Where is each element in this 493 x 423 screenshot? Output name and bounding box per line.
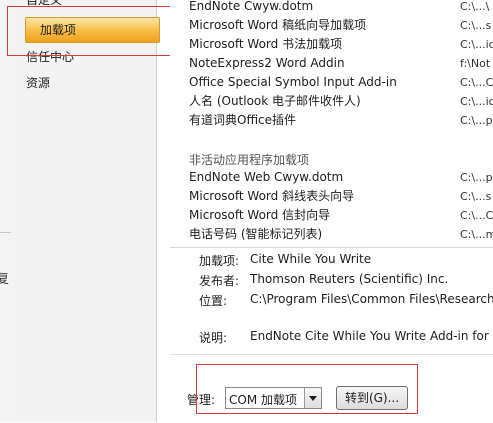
addin-location: C:\...\ (460, 0, 490, 13)
addin-location: C:\...ic (460, 95, 493, 108)
addin-row[interactable]: Microsoft Word 书法加载项 C:\...ic (189, 35, 493, 54)
addin-row[interactable]: Microsoft Word 稿纸向导加载项 C:\...s (189, 16, 492, 35)
addin-row[interactable]: 人名 (Outlook 电子邮件收件人) C:\...ic (189, 92, 493, 111)
inactive-section-header: 非活动应用程序加载项 (189, 153, 310, 167)
addin-name: Microsoft Word 稿纸向导加载项 (189, 18, 367, 32)
addin-name: EndNote Web Cwyw.dotm (189, 170, 344, 184)
addin-row[interactable]: 有道词典Office插件 C:\...p (189, 111, 493, 130)
highlight-box-manage (196, 364, 418, 414)
addin-name: 电话号码 (智能标记列表) (189, 227, 323, 241)
addin-name: Microsoft Word 书法加载项 (189, 37, 343, 51)
addin-location: C:\...s (460, 19, 492, 32)
detail-addin-value: Cite While You Write (250, 252, 372, 266)
sidebar-item-resources[interactable]: 资源 (26, 71, 50, 95)
addin-row[interactable]: Office Special Symbol Input Add-in C:\..… (189, 73, 493, 92)
divider (0, 232, 11, 233)
addin-row[interactable]: Microsoft Word 信封向导 C:\...C (189, 206, 493, 225)
addin-location: C:\...s (460, 190, 492, 203)
detail-publisher-label: 发布者: (199, 274, 240, 288)
detail-description-label: 说明: (199, 331, 228, 345)
addin-name: EndNote Cwyw.dotm (189, 0, 314, 13)
addin-location: C:\...C (460, 209, 493, 222)
addin-row[interactable]: EndNote Web Cwyw.dotm C:\...p (189, 168, 493, 187)
addin-location: C:\...C (460, 76, 493, 89)
addin-name: 人名 (Outlook 电子邮件收件人) (189, 94, 361, 108)
addin-location: f:\Not (460, 57, 491, 70)
addin-location: C:\...p (460, 114, 493, 127)
addin-location: C:\...ic (460, 38, 493, 51)
detail-location-value: C:\Program Files\Common Files\ResearchS (250, 292, 493, 306)
addin-name: Microsoft Word 信封向导 (189, 208, 331, 222)
background-window-text: 复 (0, 272, 10, 287)
addin-row[interactable]: 电话号码 (智能标记列表) C:\...m (189, 225, 493, 244)
addin-location: C:\...m (460, 228, 493, 241)
detail-location-label: 位置: (199, 294, 228, 308)
background-window-edge: 复 (0, 0, 11, 422)
addin-name: 有道词典Office插件 (189, 113, 297, 127)
addin-row[interactable]: EndNote Cwyw.dotm C:\...\ (189, 0, 489, 16)
detail-addin-label: 加载项: (199, 254, 240, 268)
addin-row[interactable]: Microsoft Word 斜线表头向导 C:\...s (189, 187, 492, 206)
detail-publisher-value: Thomson Reuters (Scientific) Inc. (250, 272, 449, 286)
detail-description-value: EndNote Cite While You Write Add-in for (250, 329, 489, 343)
addin-location: C:\...p (460, 171, 493, 184)
addin-name: Office Special Symbol Input Add-in (189, 75, 397, 89)
addin-name: Microsoft Word 斜线表头向导 (189, 189, 355, 203)
addin-row[interactable]: NoteExpress2 Word Addin f:\Not (189, 54, 491, 73)
options-sidebar: 自定义 加载项 信任中心 资源 (11, 0, 160, 422)
highlight-box-addins (7, 6, 177, 56)
addins-list: EndNote Cwyw.dotm C:\...\ Microsoft Word… (170, 0, 493, 248)
addin-name: NoteExpress2 Word Addin (189, 56, 345, 70)
